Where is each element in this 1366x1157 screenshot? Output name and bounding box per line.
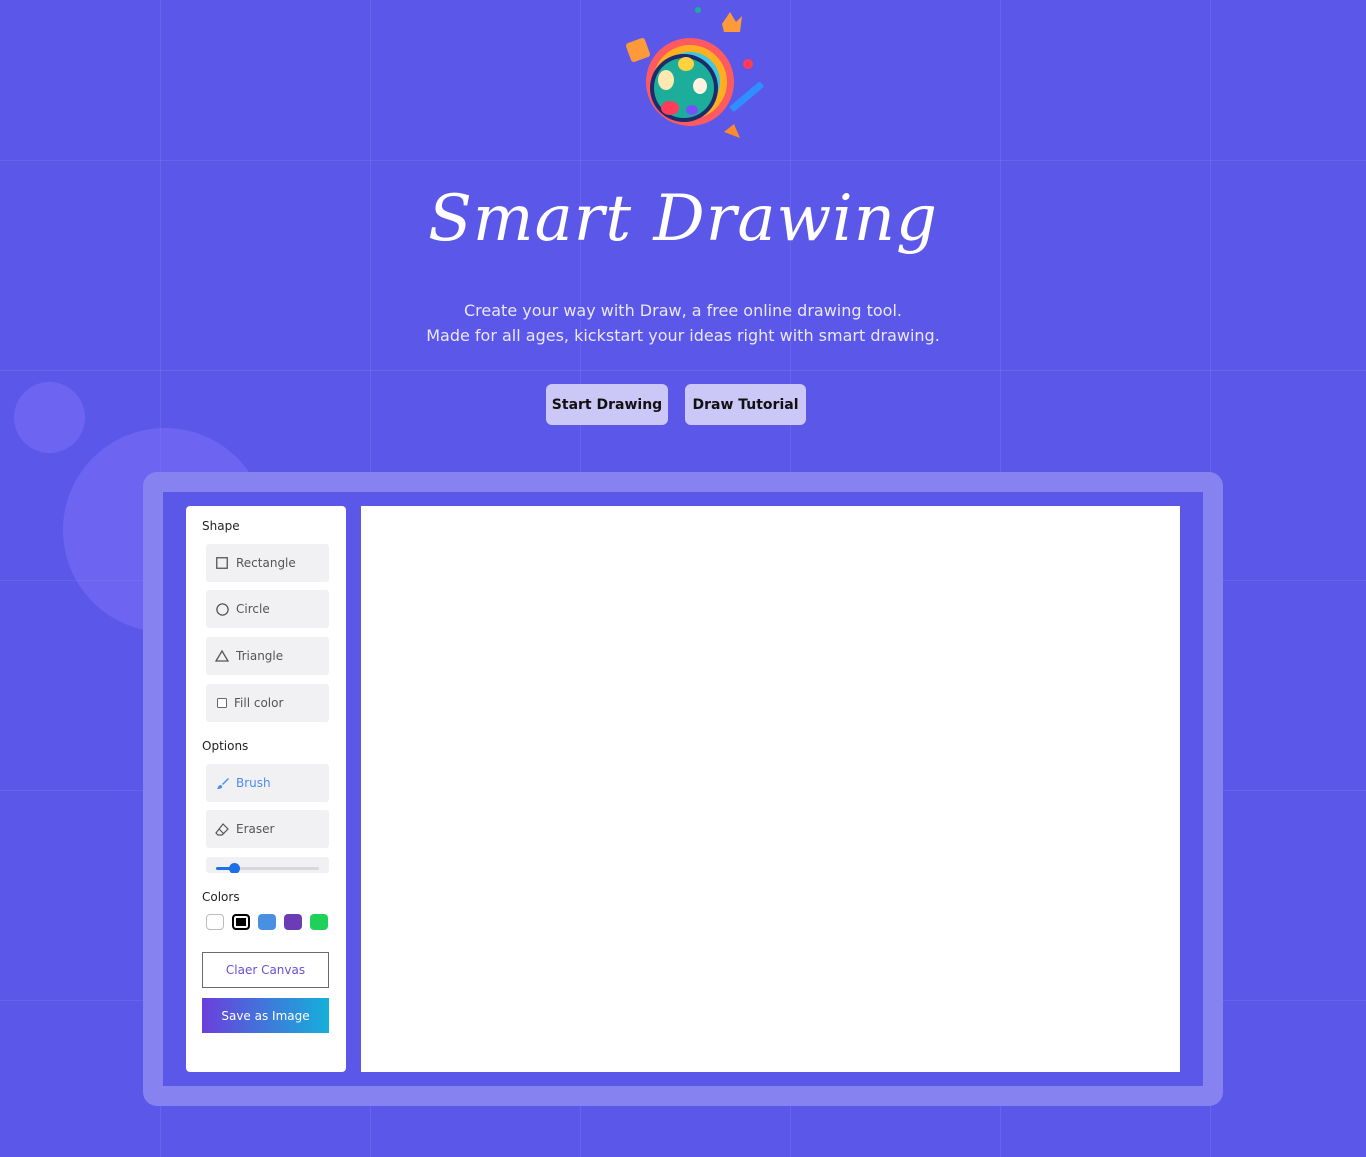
- fill-color-label: Fill color: [234, 696, 284, 710]
- color-swatch[interactable]: [310, 914, 328, 930]
- draw-tutorial-button[interactable]: Draw Tutorial: [685, 384, 806, 425]
- rectangle-tool[interactable]: Rectangle: [206, 544, 329, 582]
- subtitle-line-1: Create your way with Draw, a free online…: [464, 301, 902, 320]
- color-swatch[interactable]: [232, 914, 250, 930]
- save-image-button[interactable]: Save as Image: [202, 998, 329, 1033]
- hero-subtitle: Create your way with Draw, a free online…: [0, 298, 1366, 348]
- checkbox-icon[interactable]: [215, 696, 229, 710]
- clear-canvas-button[interactable]: Claer Canvas: [202, 952, 329, 988]
- color-swatch[interactable]: [206, 914, 224, 930]
- eraser-label: Eraser: [236, 822, 275, 836]
- tool-panel: Shape Rectangle Circle Triangle Fill col…: [186, 506, 346, 1072]
- brush-tool[interactable]: Brush: [206, 764, 329, 802]
- colors-section-label: Colors: [202, 890, 240, 904]
- eraser-icon: [215, 822, 229, 836]
- brush-size-slider[interactable]: [206, 857, 329, 873]
- color-swatches: [206, 914, 328, 930]
- start-drawing-button[interactable]: Start Drawing: [546, 384, 668, 425]
- eraser-tool[interactable]: Eraser: [206, 810, 329, 848]
- rectangle-label: Rectangle: [236, 556, 296, 570]
- color-swatch[interactable]: [258, 914, 276, 930]
- square-outline-icon: [215, 556, 229, 570]
- circle-tool[interactable]: Circle: [206, 590, 329, 628]
- circle-outline-icon: [215, 602, 229, 616]
- circle-label: Circle: [236, 602, 270, 616]
- palette-logo: [626, 7, 764, 138]
- options-section-label: Options: [202, 739, 249, 753]
- page-title: Smart Drawing: [428, 182, 938, 256]
- triangle-label: Triangle: [236, 649, 284, 663]
- slider-handle[interactable]: [229, 863, 241, 873]
- fill-color-toggle[interactable]: Fill color: [206, 684, 329, 722]
- brush-label: Brush: [236, 776, 271, 790]
- decor-circle-small: [14, 382, 85, 453]
- brush-icon: [215, 776, 229, 790]
- color-swatch[interactable]: [284, 914, 302, 930]
- drawing-canvas[interactable]: [361, 506, 1180, 1072]
- subtitle-line-2: Made for all ages, kickstart your ideas …: [426, 326, 940, 345]
- triangle-tool[interactable]: Triangle: [206, 637, 329, 675]
- shape-section-label: Shape: [202, 519, 240, 533]
- triangle-outline-icon: [215, 649, 229, 663]
